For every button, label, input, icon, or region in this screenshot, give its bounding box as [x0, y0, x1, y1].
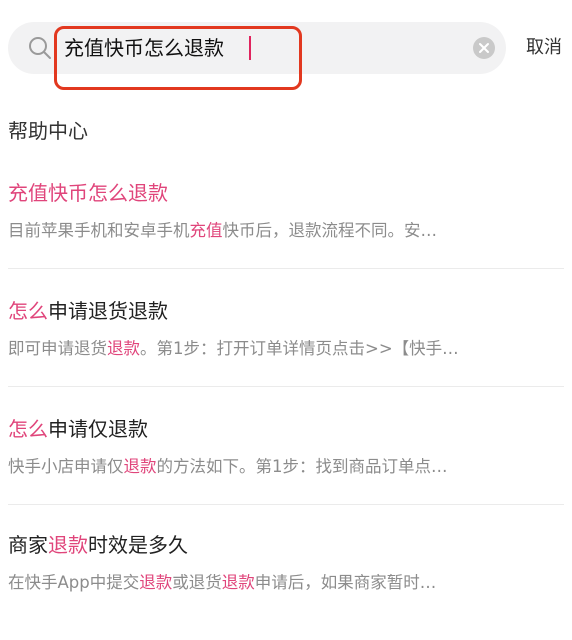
snippet-segment: 或退货	[172, 573, 222, 592]
title-segment: 申请退货退款	[48, 299, 168, 323]
snippet-segment: 快手小店申请仅	[8, 457, 124, 476]
result-snippet: 快手小店申请仅退款的方法如下。第1步：找到商品订单点…	[8, 454, 564, 480]
title-segment: 申请仅退款	[48, 417, 148, 441]
snippet-segment: 退款	[221, 573, 255, 592]
title-segment: 退款	[48, 533, 88, 557]
divider	[8, 386, 564, 387]
title-segment: 时效是多久	[88, 533, 188, 557]
title-segment: 商家	[8, 533, 48, 557]
snippet-segment: 即可申请退货	[8, 339, 107, 358]
result-item[interactable]: 商家退款时效是多久 在快手App中提交退款或退货退款申请后，如果商家暂时…	[0, 530, 572, 640]
result-snippet: 目前苹果手机和安卓手机充值快币后，退款流程不同。安…	[8, 218, 564, 244]
divider	[8, 268, 564, 269]
section-title: 帮助中心	[8, 119, 88, 143]
snippet-segment: 快币后，退款流程不同。安…	[222, 221, 438, 240]
result-item[interactable]: 怎么申请退货退款 即可申请退货退款。第1步：打开订单详情页点击>>【快手…	[0, 296, 572, 406]
snippet-segment: 的方法如下。第1步：找到商品订单点…	[156, 457, 448, 476]
snippet-segment: 。第1步：打开订单详情页点击>>【快手…	[140, 339, 459, 358]
snippet-segment: 在快手App中提交	[8, 573, 140, 592]
clear-icon[interactable]	[472, 36, 496, 60]
result-title[interactable]: 怎么申请退货退款	[8, 296, 168, 326]
result-item[interactable]: 充值快币怎么退款 目前苹果手机和安卓手机充值快币后，退款流程不同。安…	[0, 178, 572, 288]
search-icon	[28, 36, 52, 60]
result-title[interactable]: 充值快币怎么退款	[8, 178, 168, 208]
snippet-segment: 退款	[123, 457, 157, 476]
result-item[interactable]: 怎么申请仅退款 快手小店申请仅退款的方法如下。第1步：找到商品订单点…	[0, 414, 572, 524]
annotation-highlight-box	[54, 26, 302, 90]
snippet-segment: 目前苹果手机和安卓手机	[8, 221, 190, 240]
title-segment: 充值快币怎么退款	[8, 181, 168, 205]
snippet-segment: 退款	[107, 339, 140, 358]
result-title[interactable]: 怎么申请仅退款	[8, 414, 148, 444]
snippet-segment: 退款	[139, 573, 173, 592]
result-snippet: 在快手App中提交退款或退货退款申请后，如果商家暂时…	[8, 570, 564, 596]
result-snippet: 即可申请退货退款。第1步：打开订单详情页点击>>【快手…	[8, 336, 564, 362]
title-segment: 怎么	[8, 299, 48, 323]
cancel-button[interactable]: 取消	[526, 34, 562, 62]
snippet-segment: 充值	[189, 221, 223, 240]
title-segment: 怎么	[8, 417, 48, 441]
divider	[8, 504, 564, 505]
snippet-segment: 申请后，如果商家暂时…	[254, 573, 437, 592]
result-title[interactable]: 商家退款时效是多久	[8, 530, 188, 560]
